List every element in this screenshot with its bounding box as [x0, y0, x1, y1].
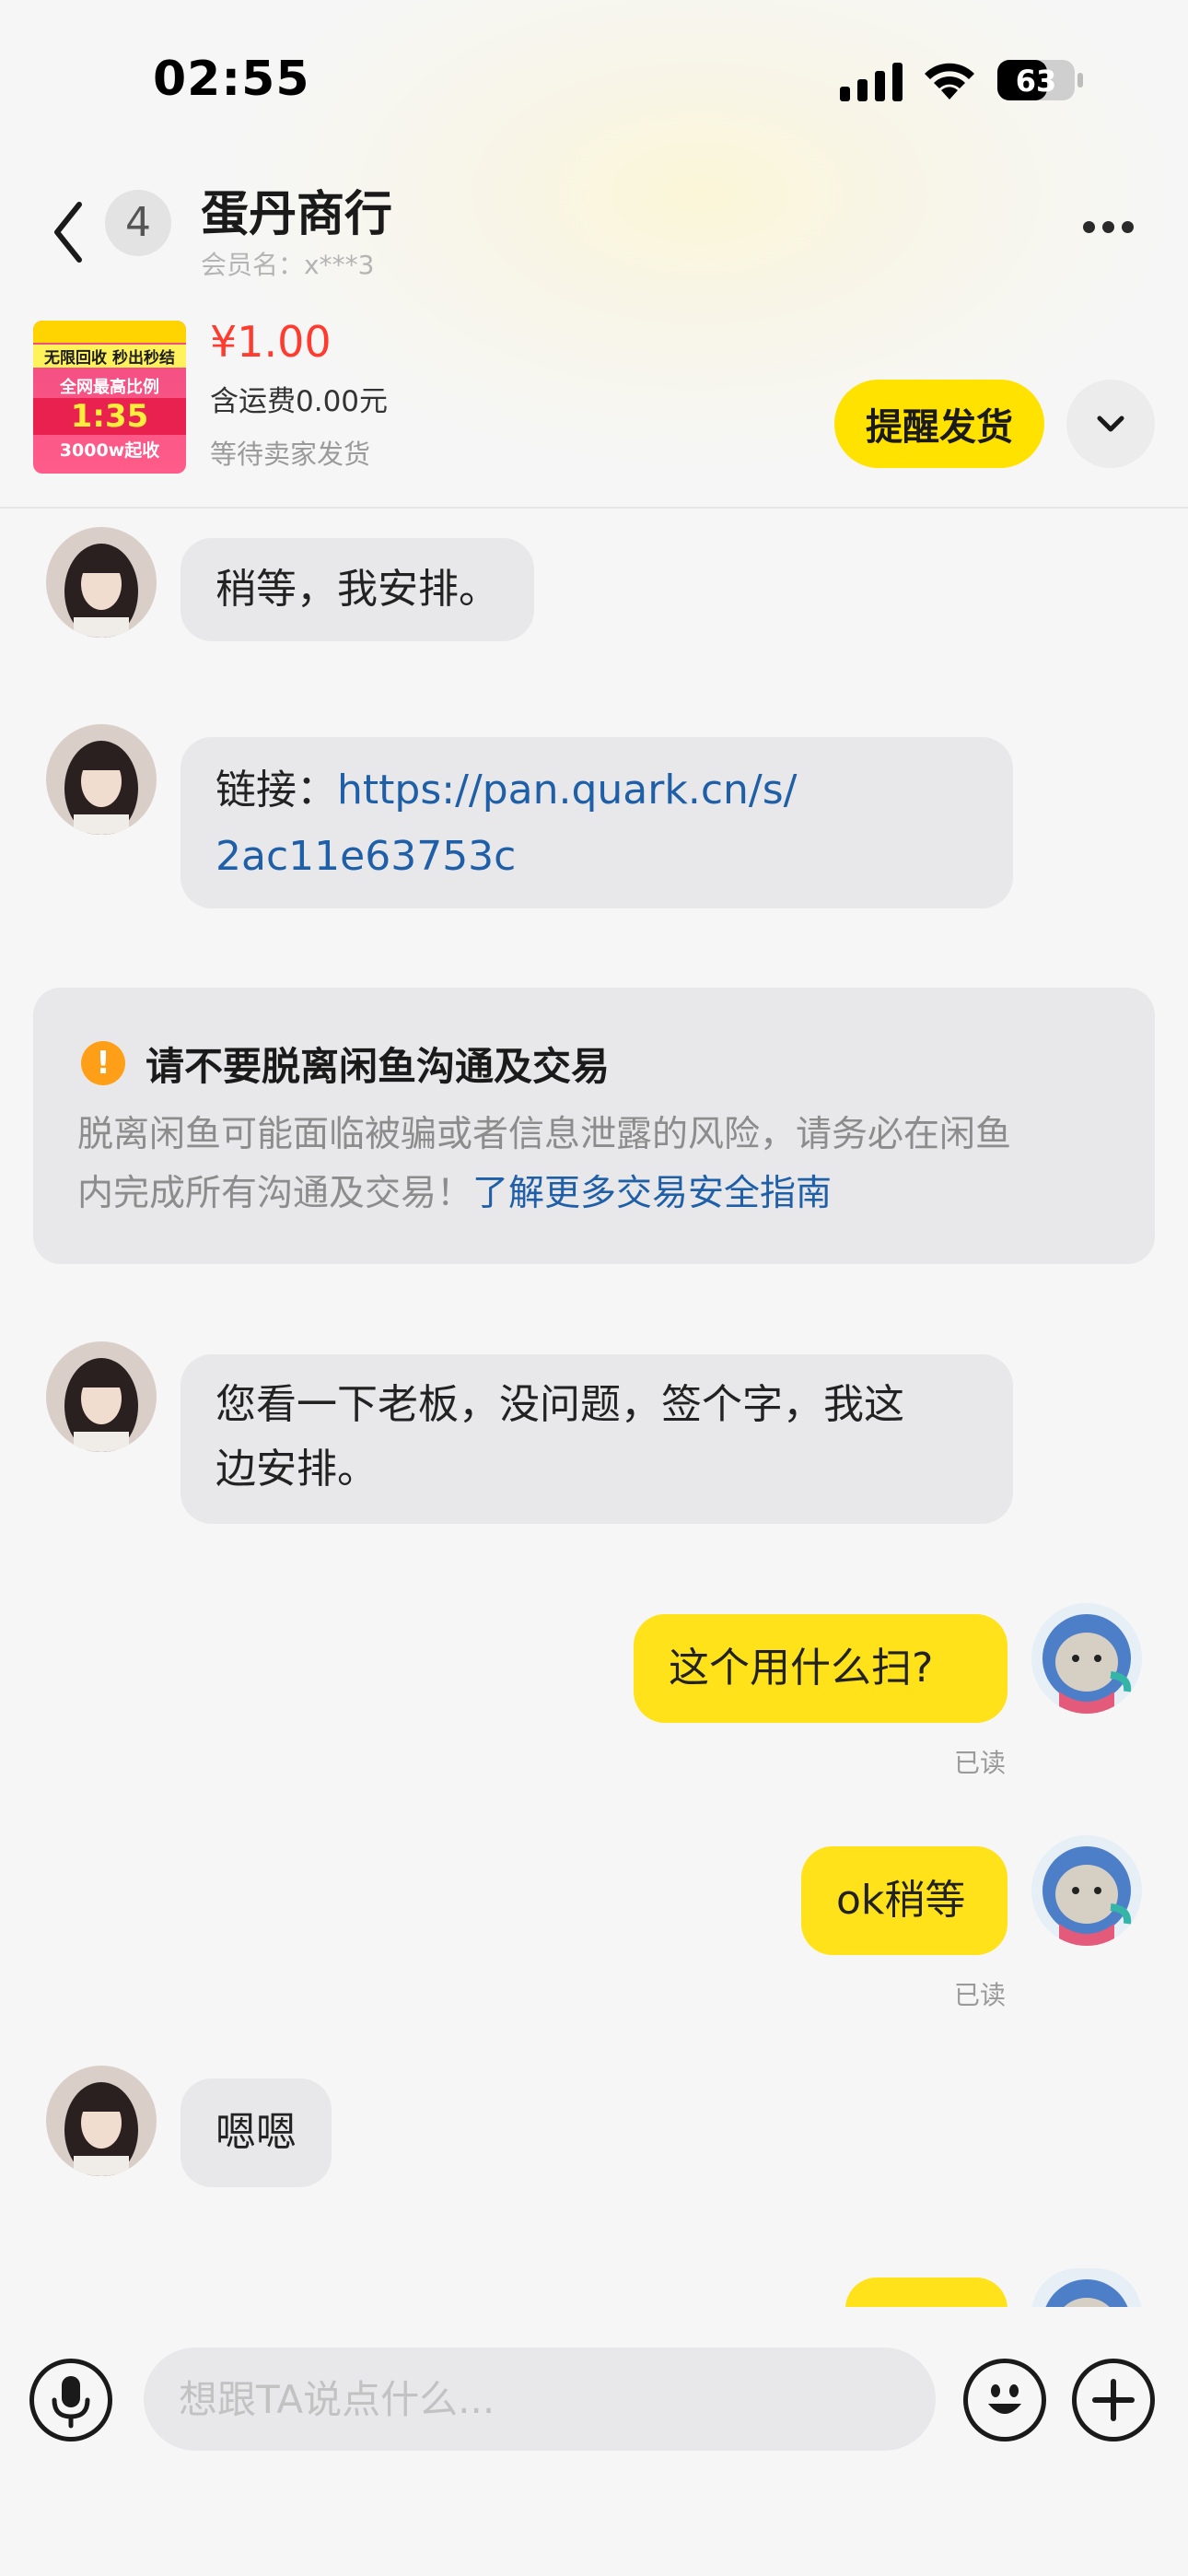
thumb-text: 1:35 [33, 398, 186, 435]
warning-body-line: 内完成所有沟通及交易！ [77, 1173, 473, 1214]
message-text: 链接： [215, 767, 337, 814]
message-bubble[interactable]: 您看一下老板，没问题，签个字，我这 边安排。 [181, 1354, 1013, 1524]
warning-body-line: 脱离闲鱼可能面临被骗或者信息泄露的风险，请务必在闲鱼 [77, 1114, 1012, 1155]
seller-avatar[interactable] [46, 2066, 157, 2176]
thumb-banner [33, 321, 186, 343]
battery-level: 63 [1016, 64, 1057, 99]
back-arrow-icon[interactable] [46, 195, 92, 269]
safety-guide-link[interactable]: 了解更多交易安全指南 [472, 1173, 832, 1214]
read-receipt: 已读 [954, 1748, 1007, 1778]
warning-body: 脱离闲鱼可能面临被骗或者信息泄露的风险，请务必在闲鱼 内完成所有沟通及交易！了解… [77, 1106, 1127, 1224]
seller-avatar-image [46, 2066, 157, 2176]
seller-avatar-image [46, 724, 157, 835]
message-bubble[interactable]: 嗯嗯 [181, 2078, 332, 2187]
microphone-icon [52, 2376, 90, 2429]
thumb-text: 3000w起收 [59, 440, 160, 461]
message-bubble[interactable]: 链接：https://pan.quark.cn/s/ 2ac11e63753c [181, 737, 1013, 908]
more-options-icon[interactable] [1083, 219, 1144, 238]
seller-avatar[interactable] [46, 1341, 157, 1452]
product-thumbnail[interactable]: 无限回收 秒出秒结 全网最高比例 1:35 3000w起收 [33, 321, 186, 474]
message-text: 边安排。 [215, 1446, 378, 1493]
read-receipt: 已读 [954, 1980, 1007, 2010]
thumb-text: 无限回收 秒出秒结 [33, 345, 186, 368]
message-text: 稍等，我安排。 [215, 566, 499, 613]
message-link[interactable]: https://pan.quark.cn/s/ [337, 767, 797, 814]
message-link[interactable]: 2ac11e63753c [215, 824, 978, 890]
product-card[interactable]: 无限回收 秒出秒结 全网最高比例 1:35 3000w起收 ¥1.00 含运费0… [0, 313, 1188, 507]
message-bubble[interactable]: 稍等，我安排。 [181, 538, 534, 641]
my-avatar[interactable] [1031, 1603, 1142, 1714]
warning-icon: ! [81, 1041, 125, 1085]
message-text: 嗯嗯 [215, 2109, 297, 2156]
seller-avatar[interactable] [46, 527, 157, 638]
message-text: 这个用什么扫? [669, 1645, 934, 1692]
chevron-down-icon [1097, 416, 1124, 432]
emoji-button[interactable] [963, 2359, 1046, 2441]
safety-warning: ! 请不要脱离闲鱼沟通及交易 脱离闲鱼可能面临被骗或者信息泄露的风险，请务必在闲… [33, 988, 1155, 1264]
voice-button[interactable] [29, 2359, 112, 2441]
battery-icon: 63 [997, 60, 1083, 100]
shop-name[interactable]: 蛋丹商行 [201, 175, 392, 244]
unread-count-badge[interactable]: 4 [105, 190, 171, 256]
warning-title: 请不要脱离闲鱼沟通及交易 [146, 1044, 611, 1089]
expand-button[interactable] [1066, 380, 1155, 468]
status-time: 02:55 [153, 52, 310, 107]
chat-header: 4 蛋丹商行 会员名：x***3 [0, 166, 1188, 304]
cat-avatar-icon [1031, 1603, 1142, 1714]
message-bubble[interactable]: 这个用什么扫? [634, 1614, 1007, 1723]
message-text: 您看一下老板，没问题，签个字，我这 [215, 1381, 904, 1428]
wifi-icon [925, 63, 974, 100]
message-text: ok稍等 [836, 1877, 966, 1924]
message-input[interactable] [144, 2348, 936, 2451]
seller-avatar-image [46, 1341, 157, 1452]
more-actions-button[interactable] [1072, 2359, 1155, 2441]
emoji-icon [988, 2384, 1021, 2414]
status-bar: 02:55 63 [0, 0, 1188, 157]
plus-icon [1092, 2379, 1135, 2421]
cat-avatar-icon [1031, 1835, 1142, 1946]
remind-ship-button[interactable]: 提醒发货 [834, 380, 1044, 468]
product-price: ¥1.00 [210, 317, 332, 367]
thumb-text: 全网最高比例 [60, 378, 159, 397]
order-status: 等待卖家发货 [210, 439, 371, 470]
header-divider [0, 507, 1188, 509]
cellular-signal-icon [840, 63, 903, 101]
member-name: 会员名：x***3 [201, 250, 375, 280]
shipping-fee: 含运费0.00元 [210, 385, 389, 418]
message-bubble[interactable]: ok稍等 [801, 1846, 1007, 1955]
my-avatar[interactable] [1031, 1835, 1142, 1946]
seller-avatar-image [46, 527, 157, 638]
seller-avatar[interactable] [46, 724, 157, 835]
input-bar [0, 2307, 1188, 2576]
